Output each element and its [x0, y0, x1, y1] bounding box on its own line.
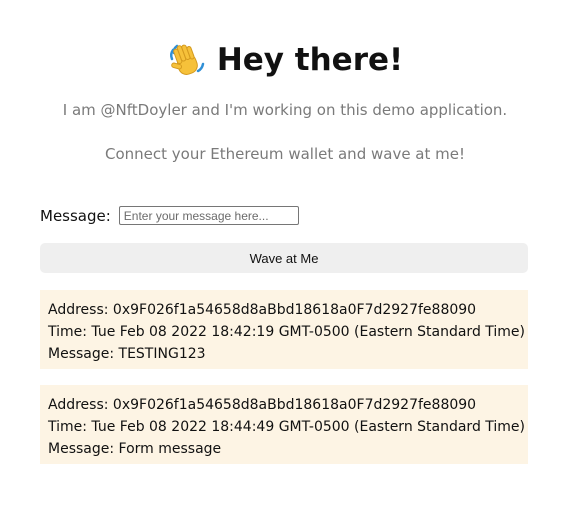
wave-card: Address: 0x9F026f1a54658d8aBbd18618a0F7d… [40, 385, 528, 464]
message-input[interactable] [118, 206, 299, 225]
wave-address: Address: 0x9F026f1a54658d8aBbd18618a0F7d… [48, 397, 477, 413]
connect-prompt: Connect your Ethereum wallet and wave at… [104, 145, 466, 163]
wave-time: Time: Tue Feb 08 2022 18:42:19 GMT-0500 … [48, 324, 526, 340]
wave-message: Message: TESTING123 [48, 346, 206, 362]
wave-message: Message: Form message [48, 441, 222, 457]
message-label: Message: [40, 206, 111, 225]
page: Hey there! I am @NftDoyler and I'm worki… [0, 0, 570, 507]
message-form: Message: [40, 206, 299, 225]
header: Hey there! [0, 40, 570, 80]
bio-text: I am @NftDoyler and I'm working on this … [62, 101, 508, 119]
page-title: Hey there! [216, 42, 404, 78]
wave-address: Address: 0x9F026f1a54658d8aBbd18618a0F7d… [48, 302, 477, 318]
wave-button[interactable]: Wave at Me [40, 243, 528, 273]
wave-card: Address: 0x9F026f1a54658d8aBbd18618a0F7d… [40, 290, 528, 369]
waving-hand-icon [169, 44, 205, 75]
wave-time: Time: Tue Feb 08 2022 18:44:49 GMT-0500 … [48, 419, 526, 435]
